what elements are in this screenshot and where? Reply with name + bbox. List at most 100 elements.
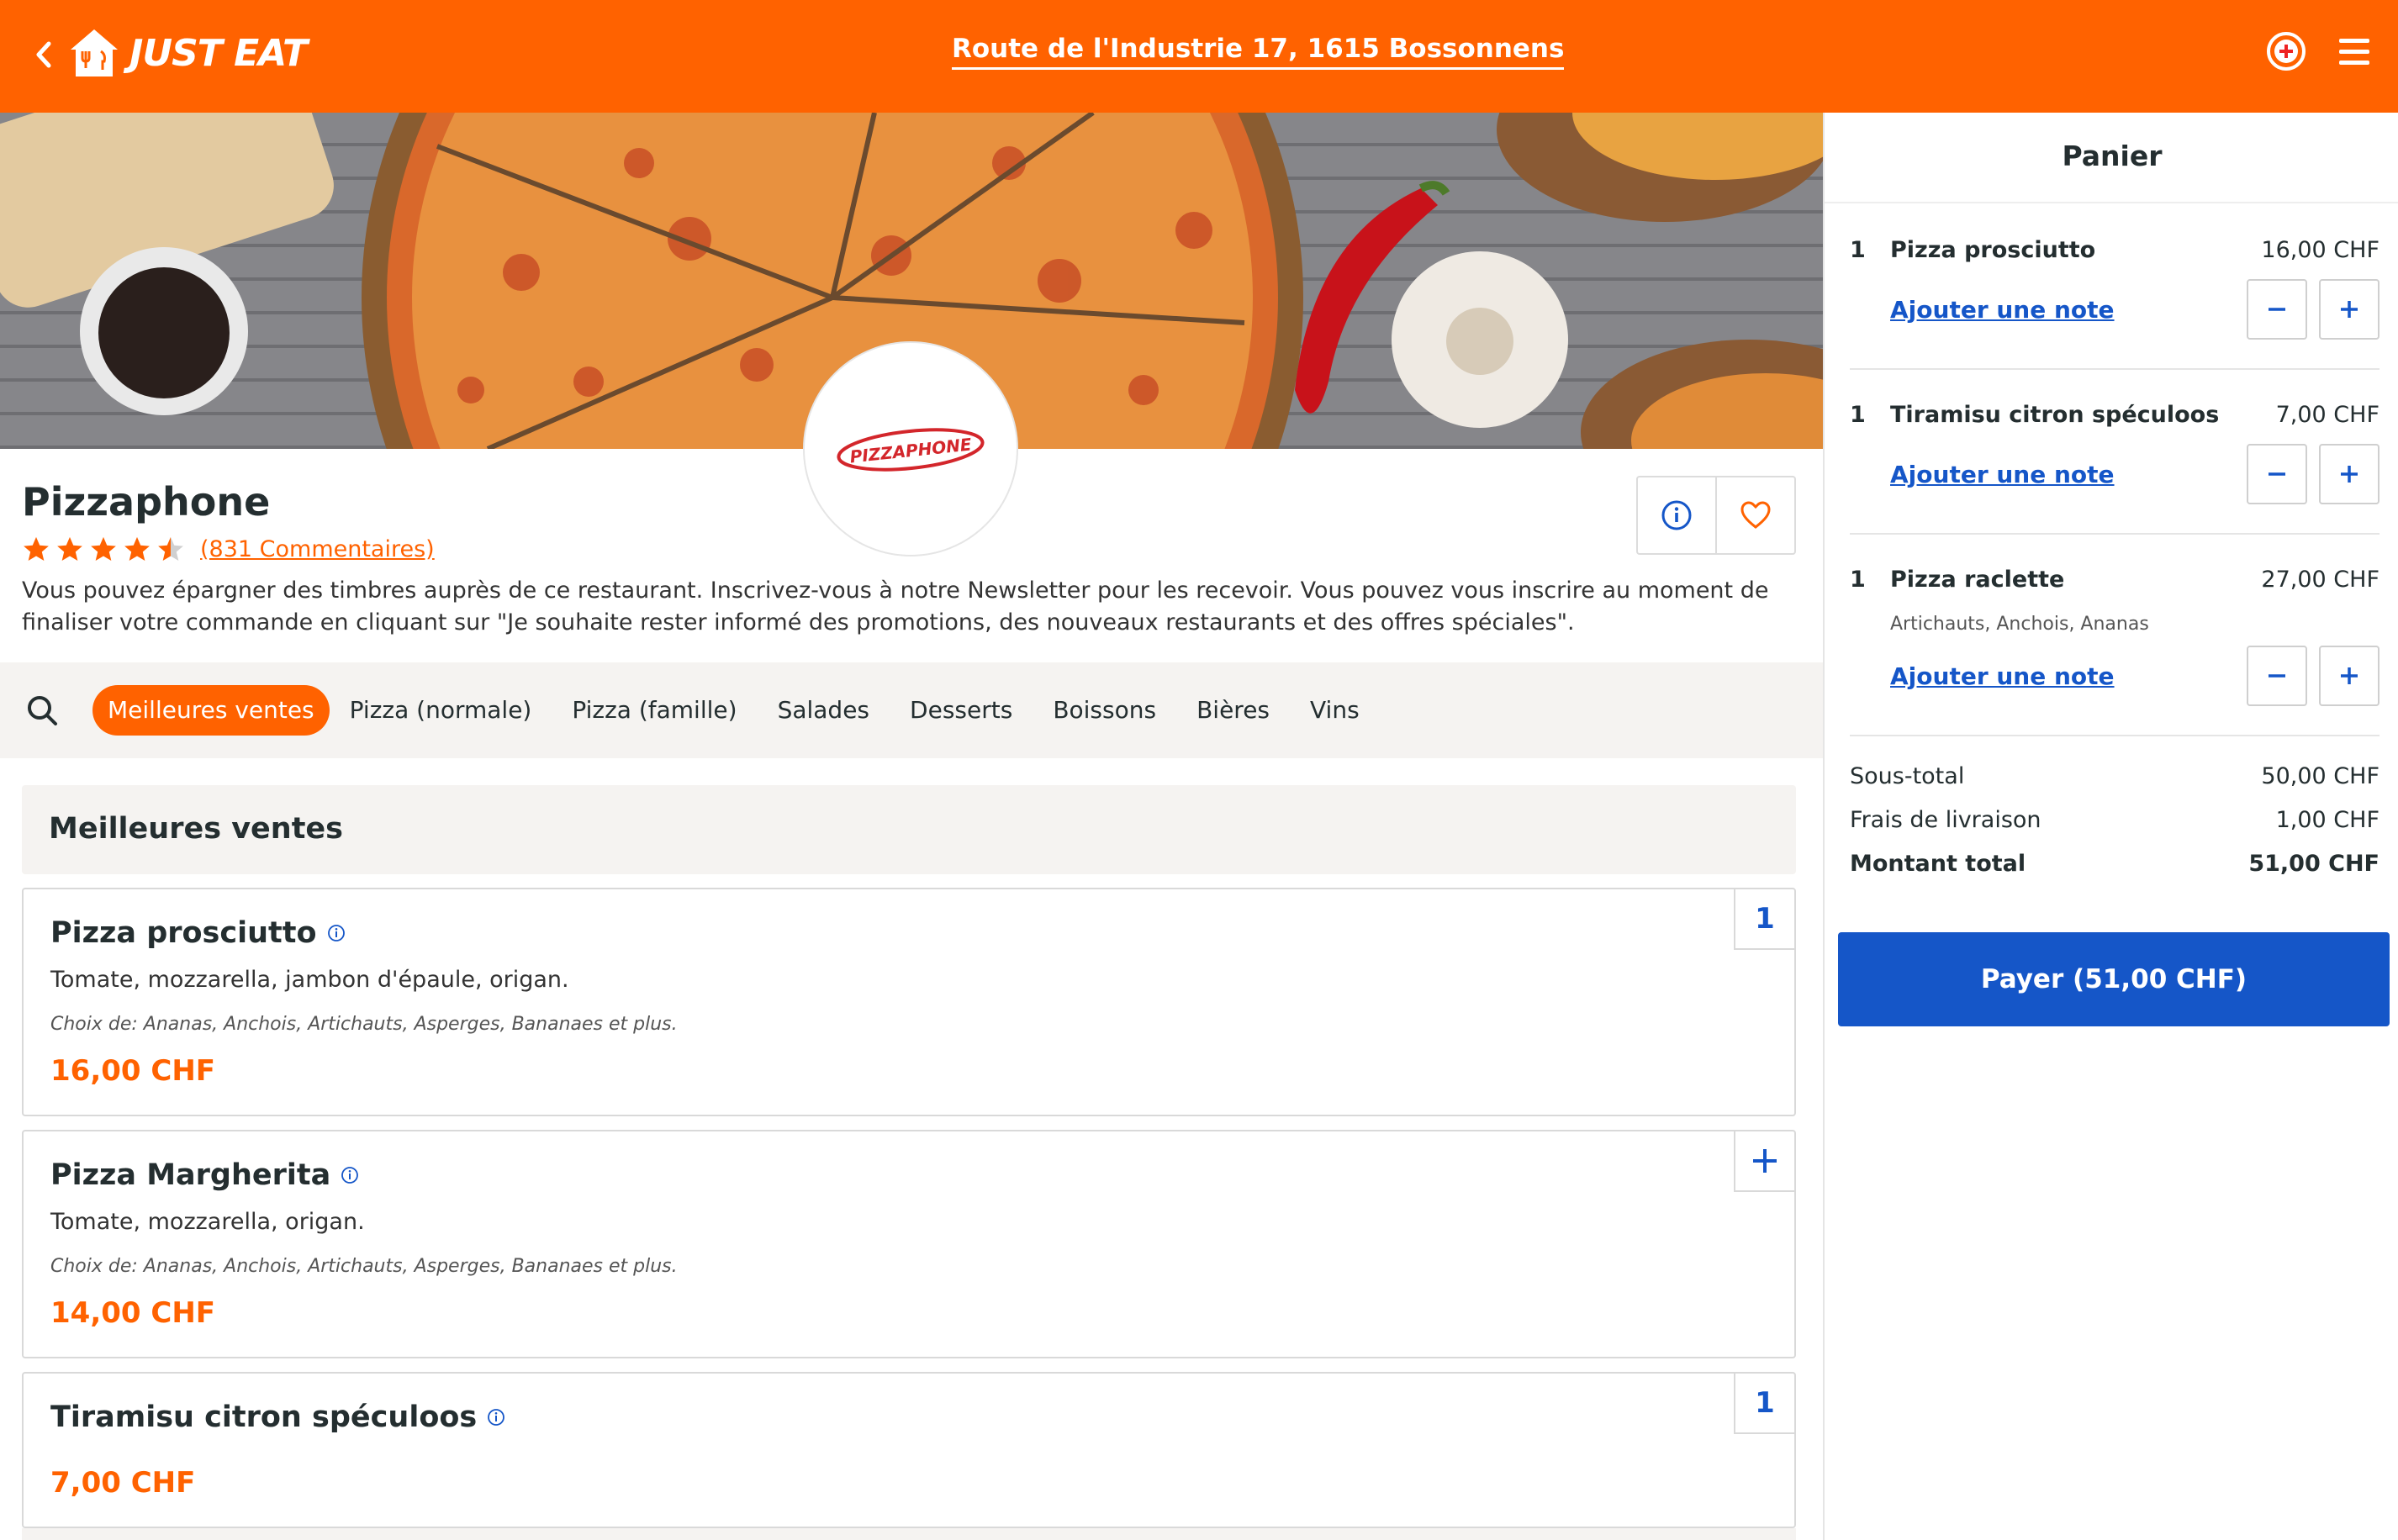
house-logo-icon	[71, 29, 118, 76]
menu-item-choices: Choix de: Ananas, Anchois, Artichauts, A…	[50, 1014, 678, 1035]
cart-item: 1 Pizza raclette 27,00 CHF Artichauts, A…	[1850, 567, 2380, 743]
star-icon	[91, 536, 116, 562]
restaurant-name: Pizzaphone	[22, 479, 271, 525]
delivery-fee-value: 1,00 CHF	[2275, 807, 2380, 833]
menu-item-title-row: Tiramisu citron spéculoos	[50, 1400, 505, 1434]
cart-item-name: Tiramisu citron spéculoos	[1890, 402, 2220, 428]
total-value: 51,00 CHF	[2248, 851, 2380, 877]
category-tab-salades[interactable]: Salades	[758, 685, 890, 736]
menu-item-title: Pizza prosciutto	[50, 916, 317, 950]
subtotal-row: Sous-total 50,00 CHF	[1850, 763, 2380, 789]
menu-item-title-row: Pizza prosciutto	[50, 916, 346, 950]
menu-item-description: Tomate, mozzarella, origan.	[50, 1209, 365, 1235]
item-quantity-badge[interactable]: 1	[1734, 1374, 1794, 1434]
category-tab-pizza-famille[interactable]: Pizza (famille)	[552, 685, 757, 736]
subtotal-value: 50,00 CHF	[2261, 763, 2380, 789]
category-tab-boissons[interactable]: Boissons	[1033, 685, 1176, 736]
cart-item-qty: 1	[1850, 567, 1866, 593]
plus-circle-icon[interactable]	[2265, 30, 2307, 72]
brand-name: JUST EAT	[129, 31, 308, 75]
cart-item-price: 7,00 CHF	[2275, 402, 2380, 428]
increase-qty-button[interactable]	[2319, 646, 2380, 706]
reviews-link[interactable]: (831 Commentaires)	[200, 536, 435, 562]
decrease-qty-button[interactable]	[2247, 646, 2307, 706]
star-icon	[57, 536, 82, 562]
cart-item: 1 Tiramisu citron spéculoos 7,00 CHF Ajo…	[1850, 402, 2380, 541]
category-tab-pizza-normale[interactable]: Pizza (normale)	[330, 685, 552, 736]
delivery-fee-label: Frais de livraison	[1850, 807, 2041, 833]
increase-qty-button[interactable]	[2319, 444, 2380, 504]
pay-button[interactable]: Payer (51,00 CHF)	[1838, 932, 2390, 1026]
star-icon	[124, 536, 150, 562]
back-arrow-icon[interactable]	[30, 35, 57, 74]
add-note-link[interactable]: Ajouter une note	[1890, 662, 2115, 690]
plus-icon	[1753, 1149, 1777, 1173]
minus-icon	[2269, 472, 2285, 476]
info-button[interactable]	[1638, 477, 1715, 553]
divider	[1825, 202, 2398, 203]
menu-item-title: Pizza Margherita	[50, 1158, 331, 1192]
cart-item: 1 Pizza prosciutto 16,00 CHF Ajouter une…	[1850, 237, 2380, 377]
menu-item-title-row: Pizza Margherita	[50, 1158, 359, 1192]
section-title: Meilleures ventes	[22, 785, 1796, 874]
hamburger-menu-icon[interactable]	[2337, 37, 2371, 66]
category-tab-desserts[interactable]: Desserts	[890, 685, 1033, 736]
menu-item-price: 7,00 CHF	[50, 1466, 196, 1500]
decrease-qty-button[interactable]	[2247, 444, 2307, 504]
cart-item-qty: 1	[1850, 237, 1866, 263]
info-icon	[1661, 500, 1692, 530]
add-item-button[interactable]	[1734, 1131, 1794, 1192]
category-tab-bieres[interactable]: Bières	[1176, 685, 1290, 736]
category-tab-vins[interactable]: Vins	[1290, 685, 1380, 736]
info-icon[interactable]	[327, 924, 346, 942]
decrease-qty-button[interactable]	[2247, 279, 2307, 340]
cart-item-name: Pizza prosciutto	[1890, 237, 2096, 263]
heart-icon	[1740, 501, 1771, 529]
cart-panel: Panier 1 Pizza prosciutto 16,00 CHF Ajou…	[1823, 113, 2398, 1540]
divider	[1850, 735, 2380, 736]
minus-icon	[2269, 674, 2285, 678]
delivery-address-link[interactable]: Route de l'Industrie 17, 1615 Bossonnens	[952, 34, 1565, 70]
menu-item-title: Tiramisu citron spéculoos	[50, 1400, 478, 1434]
restaurant-actions	[1636, 476, 1796, 555]
restaurant-logo: PIZZAPHONE	[803, 341, 1018, 556]
favorite-button[interactable]	[1715, 477, 1794, 553]
delivery-fee-row: Frais de livraison 1,00 CHF	[1850, 807, 2380, 833]
rating-row: (831 Commentaires)	[22, 535, 435, 563]
star-rating	[22, 535, 185, 563]
info-icon[interactable]	[487, 1408, 505, 1427]
divider	[1850, 368, 2380, 370]
subtotal-label: Sous-total	[1850, 763, 1965, 789]
just-eat-logo[interactable]: JUST EAT	[67, 24, 308, 82]
cart-item-price: 16,00 CHF	[2261, 237, 2380, 263]
menu-item-card[interactable]: Tiramisu citron spéculoos 7,00 CHF 1	[22, 1372, 1796, 1528]
menu-item-price: 14,00 CHF	[50, 1296, 216, 1330]
item-quantity-badge[interactable]: 1	[1734, 889, 1794, 950]
divider	[1850, 533, 2380, 535]
info-icon[interactable]	[341, 1166, 359, 1184]
add-note-link[interactable]: Ajouter une note	[1890, 461, 2115, 488]
minus-icon	[2269, 308, 2285, 311]
total-row: Montant total 51,00 CHF	[1850, 851, 2380, 877]
top-header: JUST EAT Route de l'Industrie 17, 1615 B…	[0, 0, 2398, 113]
category-tab-meilleures-ventes[interactable]: Meilleures ventes	[92, 685, 330, 736]
cart-item-price: 27,00 CHF	[2261, 567, 2380, 593]
plus-icon	[2341, 667, 2358, 684]
restaurant-description: Vous pouvez épargner des timbres auprès …	[22, 578, 1769, 636]
increase-qty-button[interactable]	[2319, 279, 2380, 340]
menu-item-price: 16,00 CHF	[50, 1054, 216, 1088]
plus-icon	[2341, 301, 2358, 318]
cart-title: Panier	[2062, 140, 2163, 172]
menu-item-choices: Choix de: Ananas, Anchois, Artichauts, A…	[50, 1256, 678, 1277]
star-icon	[24, 536, 49, 562]
menu-item-card[interactable]: Pizza prosciutto Tomate, mozzarella, jam…	[22, 888, 1796, 1116]
add-note-link[interactable]: Ajouter une note	[1890, 296, 2115, 324]
category-nav: Meilleures ventes Pizza (normale) Pizza …	[0, 662, 1823, 758]
next-card-edge	[22, 1528, 1796, 1540]
total-label: Montant total	[1850, 851, 2026, 877]
half-star-icon	[158, 536, 183, 562]
menu-item-description: Tomate, mozzarella, jambon d'épaule, ori…	[50, 967, 569, 993]
search-icon[interactable]	[25, 694, 59, 727]
plus-icon	[2341, 466, 2358, 483]
menu-item-card[interactable]: Pizza Margherita Tomate, mozzarella, ori…	[22, 1130, 1796, 1358]
